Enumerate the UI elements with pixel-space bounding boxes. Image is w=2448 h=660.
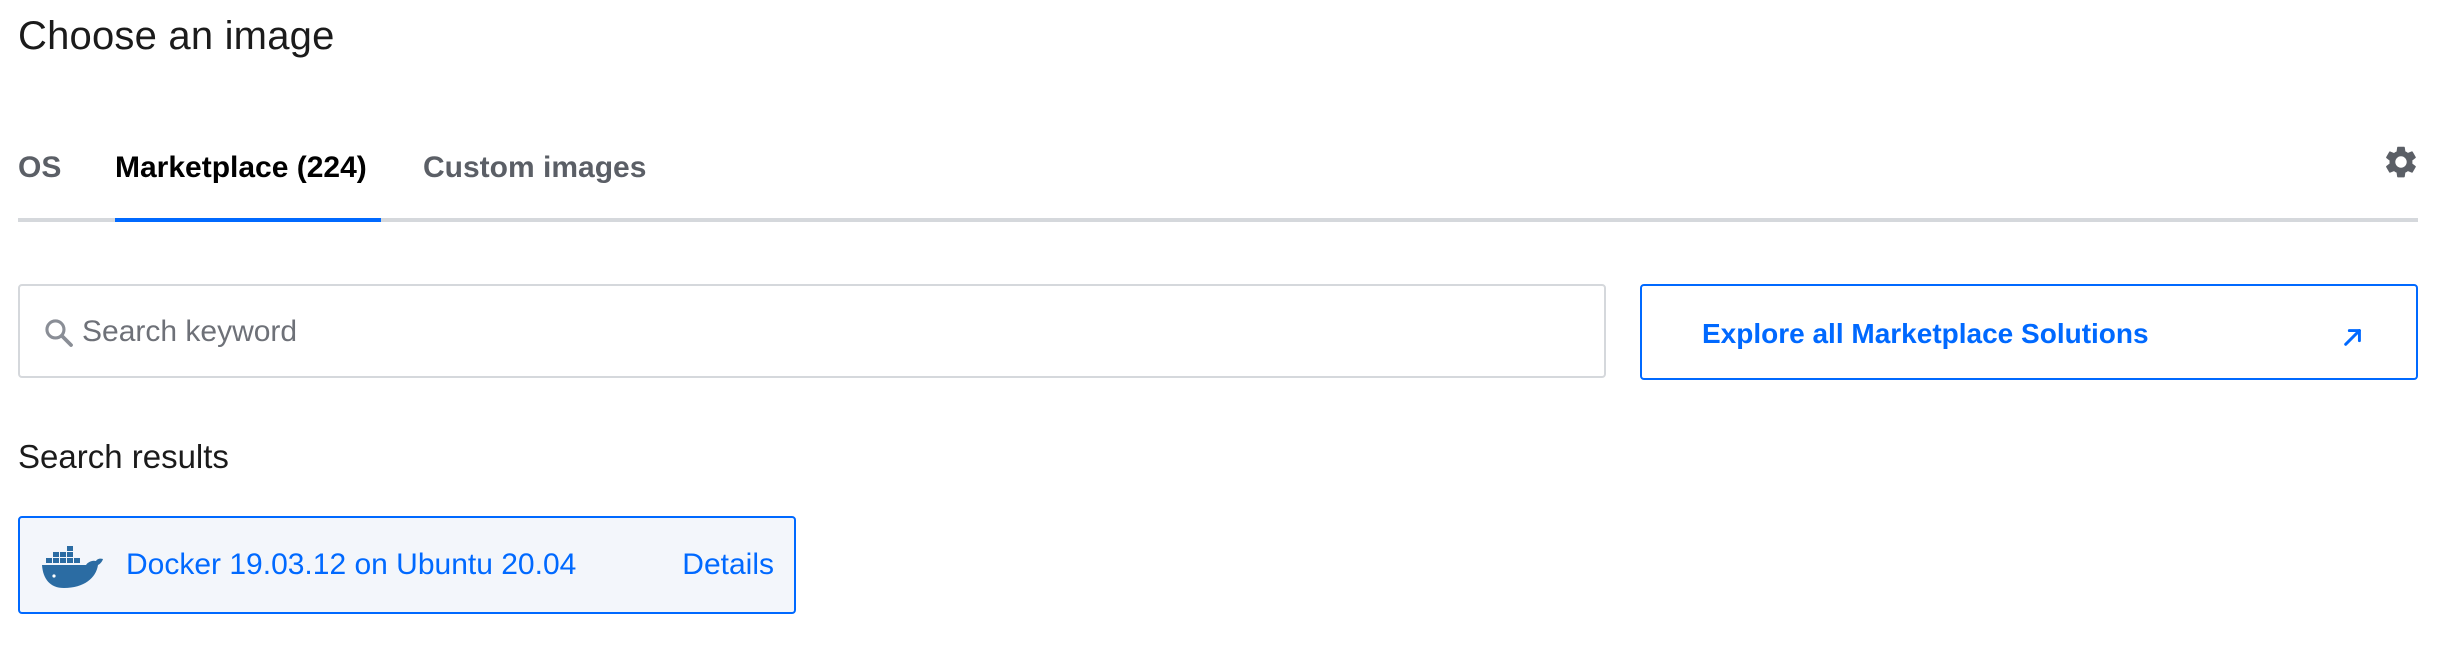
external-link-icon <box>2344 329 2361 346</box>
search-box <box>18 284 1606 378</box>
tab-os[interactable]: OS <box>18 151 61 185</box>
search-input[interactable] <box>80 286 1584 378</box>
page-title: Choose an image <box>18 14 335 58</box>
tab-marketplace[interactable]: Marketplace (224) <box>115 151 367 185</box>
explore-marketplace-button[interactable]: Explore all Marketplace Solutions <box>1640 284 2418 380</box>
search-icon <box>45 319 73 347</box>
image-tabs: OS Marketplace (224) Custom images <box>18 125 2418 222</box>
gear-icon[interactable] <box>2382 143 2420 181</box>
active-tab-indicator <box>115 218 381 222</box>
search-results-heading: Search results <box>18 438 229 475</box>
result-card-docker[interactable]: Docker 19.03.12 on Ubuntu 20.04 Details <box>18 516 796 614</box>
explore-marketplace-label: Explore all Marketplace Solutions <box>1702 318 2149 349</box>
details-link[interactable]: Details <box>682 548 774 582</box>
page: Choose an image OS Marketplace (224) Cus… <box>0 0 2448 660</box>
docker-icon <box>42 546 103 588</box>
tab-custom-images[interactable]: Custom images <box>423 151 646 185</box>
result-title: Docker 19.03.12 on Ubuntu 20.04 <box>126 548 577 581</box>
